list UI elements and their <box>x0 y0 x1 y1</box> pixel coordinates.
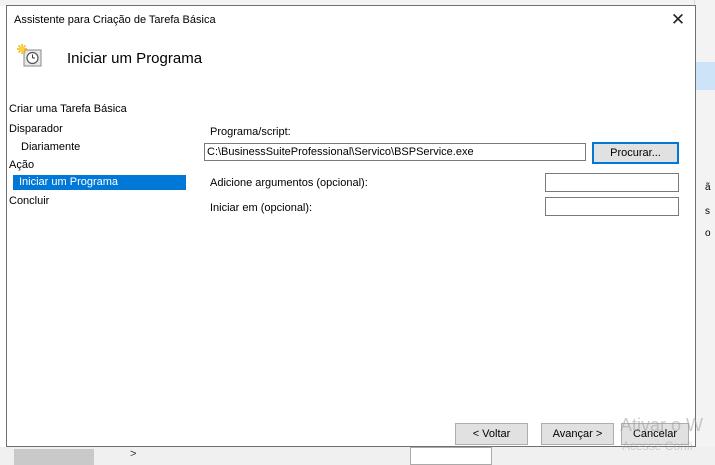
program-script-label: Programa/script: <box>210 126 291 138</box>
wizard-header: Iniciar um Programa <box>7 36 695 96</box>
background-scroll-thumb <box>14 449 94 465</box>
program-script-input[interactable] <box>204 143 586 161</box>
background-selected-strip <box>696 62 715 90</box>
clock-icon <box>17 44 42 67</box>
close-icon[interactable]: ✕ <box>667 9 689 31</box>
start-in-input[interactable] <box>545 197 679 216</box>
nav-item-diariamente[interactable]: Diariamente <box>21 140 80 155</box>
activation-watermark-sub: Acesse Confi <box>622 439 693 453</box>
arguments-input[interactable] <box>545 173 679 192</box>
activation-watermark: Ativar o W <box>620 415 704 435</box>
nav-item-concluir[interactable]: Concluir <box>9 194 49 209</box>
background-text-fragment: > <box>130 448 137 460</box>
nav-item-iniciar-programa[interactable]: Iniciar um Programa <box>13 175 186 190</box>
browse-button[interactable]: Procurar... <box>592 142 679 164</box>
next-button[interactable]: Avançar > <box>541 423 614 445</box>
nav-item-acao[interactable]: Ação <box>9 158 34 173</box>
page-title: Iniciar um Programa <box>67 50 203 67</box>
title-bar[interactable]: Assistente para Criação de Tarefa Básica… <box>7 6 695 36</box>
back-button[interactable]: < Voltar <box>455 423 528 445</box>
background-text-fragment: ã <box>705 182 711 193</box>
task-wizard-dialog: Assistente para Criação de Tarefa Básica… <box>6 5 696 447</box>
start-in-label: Iniciar em (opcional): <box>210 202 313 214</box>
arguments-label: Adicione argumentos (opcional): <box>210 177 368 189</box>
nav-item-criar-tarefa[interactable]: Criar uma Tarefa Básica <box>9 102 127 117</box>
nav-item-disparador[interactable]: Disparador <box>9 122 63 137</box>
dialog-title: Assistente para Criação de Tarefa Básica <box>14 14 216 26</box>
background-window-bottom: > <box>0 447 715 465</box>
background-text-fragment: o <box>705 228 711 239</box>
background-field <box>410 447 492 465</box>
background-window-right: ã s o <box>694 0 715 465</box>
background-text-fragment: s <box>705 206 710 217</box>
